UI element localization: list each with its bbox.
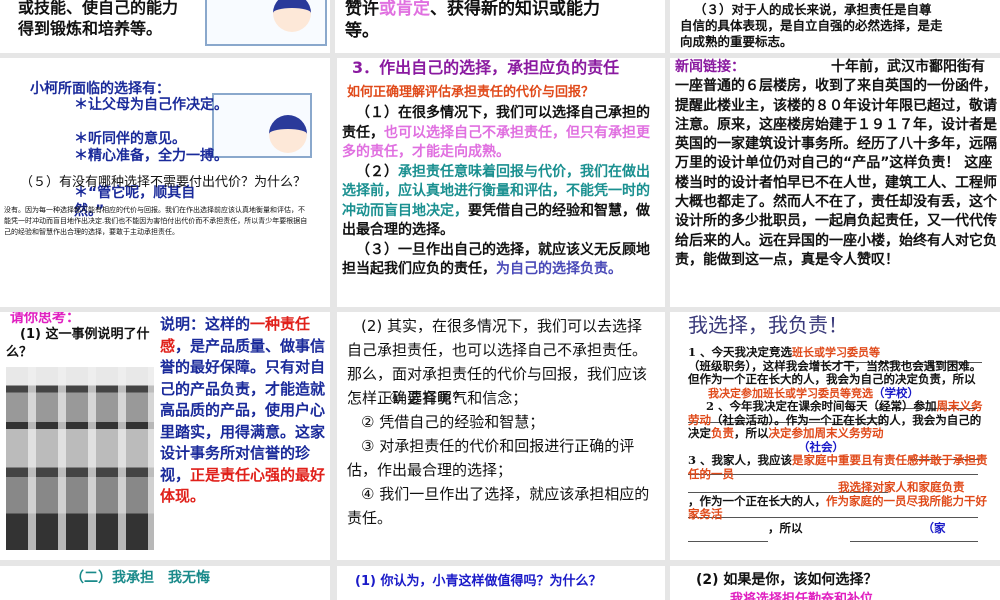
think-question: (1) 这一事例说明了什么？: [6, 327, 150, 360]
fill-answer: 我选择对家人和家庭负责: [838, 480, 965, 494]
text: ，所以: [734, 426, 769, 440]
text: 等。: [345, 21, 379, 42]
text: （班级职务），这样我会增长才干，当然我也会遇到困难。但作为一个正在长大的人，我会…: [688, 358, 982, 386]
answer-text: 我将选择担任勤奋和补位: [730, 592, 874, 600]
text-line: 得到锻炼和培养等。: [18, 18, 163, 38]
news-link-label: 新闻链接：: [675, 59, 745, 75]
question-1: (1) 你认为，小青这样做值得吗？为什么？: [355, 574, 602, 589]
building-photo: [6, 367, 154, 550]
section-title: 3．作出自己的选择，承担应负的责任: [352, 58, 620, 77]
slide-12: (2) 如果是你，该如何选择？ 我将选择担任勤奋和补位: [670, 566, 1000, 600]
section-title: （二）我承担 我无悔: [70, 570, 210, 586]
slide-1: 或技能、使自己的能力 得到锻炼和培养等。: [0, 0, 330, 53]
slide-7: 请你思考： (1) 这一事例说明了什么？ 说明：这样的一种责任感，是产品质量、做…: [0, 312, 330, 560]
text-line: （３）对于人的成长来说，承担责任是自尊: [694, 2, 932, 17]
choice-item: ＊让父母为自己作决定。: [74, 97, 228, 113]
fill-answer: 负责: [711, 426, 734, 440]
text: ，作为一个正在长大的人，: [688, 493, 826, 508]
list-item: ② 凭借自己的经验和智慧；: [361, 413, 545, 431]
slide-10: （二）我承担 我无悔: [0, 566, 330, 600]
question-5: （５）有没有哪种选择不需要付出代价？为什么？: [20, 175, 307, 190]
girl-illustration: [205, 0, 327, 46]
slide-4: 小柯所面临的选择有： ＊让父母为自己作决定。 ＊听同伴的意见。 ＊精心准备，全力…: [0, 58, 330, 307]
fill-answer: 决定参加周末义务劳动: [768, 426, 884, 440]
tag: （社会）: [798, 439, 844, 454]
slide-11: (1) 你认为，小青这样做值得吗？为什么？: [337, 566, 665, 600]
choice-item: ＊精心准备，全力一搏。: [74, 148, 228, 164]
tag: （家: [922, 520, 946, 535]
slide-5: 3．作出自己的选择，承担应负的责任 如何正确理解评估承担责任的代价与回报？ （１…: [337, 58, 665, 307]
list-item: ④ 我们一旦作出了选择，就应该承担相应的责任。: [347, 485, 650, 527]
slide-2: 赞许或肯定、获得新的知识或能力等。: [335, 0, 665, 53]
fill-answer: 我决定参加班长或学习委员等竞选: [708, 386, 873, 400]
list-item: ① 要有勇气和信念；: [389, 389, 528, 407]
text: 3 、我家人，我应该: [688, 453, 793, 467]
text: （２）: [356, 163, 398, 180]
text: 2 、今年我决定在课余时间每天（经常）参加: [706, 399, 937, 413]
subtitle: 如何正确理解评估承担责任的代价与回报？: [347, 85, 595, 100]
text: ，是产品质量、做事信誉的最好保障。只有对自己的产品负责，才能造就高品质的产品，使…: [160, 336, 326, 484]
highlight-text: 或肯定: [379, 0, 430, 19]
news-text: 十年前，武汉市鄱阳街有一座普通的６层楼房，收到了来自英国的一份函件，提醒此楼业主…: [675, 59, 997, 268]
text: 赞许: [345, 0, 379, 19]
text: 说明：这样的: [160, 315, 251, 333]
slide-6: 新闻链接： 十年前，武汉市鄱阳街有一座普通的６层楼房，收到了来自英国的一份函件，提…: [670, 58, 1000, 307]
list-item: ③ 对承担责任的代价和回报进行正确的评估，作出最合理的选择；: [347, 437, 635, 479]
text-line: 自信的具体表现，是自立自强的必然选择，是走: [680, 18, 943, 33]
text: 1 、今天我决定竞选: [688, 345, 793, 359]
slide-9: 我选择，我负责！ 1 、今天我决定竞选班长或学习委员等 （班级职务），这样我会增…: [670, 312, 1000, 560]
question-2: (2) 如果是你，该如何选择？: [696, 572, 878, 588]
highlight-text: 为自己的选择负责。: [496, 261, 622, 277]
think-label: 请你思考：: [10, 312, 80, 326]
text-line: 或技能、使自己的能力: [18, 0, 179, 17]
highlight-text: 也可以选择自己不承担责任，但只有承担更多的责任，才能走向成熟。: [342, 124, 650, 161]
answer-5: 没有。因为每一种选择都可能有相应的代价与回报。我们在作出选择前应该认真地衡量和评…: [4, 206, 308, 236]
fill-answer: 班长或学习委员等: [792, 346, 881, 359]
text: 、获得新的知识或能力: [430, 0, 600, 19]
slide-3: （３）对于人的成长来说，承担责任是自尊 自信的具体表现，是自立自强的必然选择，是…: [670, 0, 1000, 53]
slide-title: 我选择，我负责！: [688, 313, 848, 337]
slide-8: (2) 其实，在很多情况下，我们可以去选择自己承担责任，也可以选择自己不承担责任…: [337, 312, 665, 560]
choice-item: ＊听同伴的意见。: [74, 131, 186, 147]
text: ，所以: [768, 520, 803, 535]
text-line: 向成熟的重要标志。: [680, 34, 793, 49]
tag: （学校）: [873, 385, 919, 400]
